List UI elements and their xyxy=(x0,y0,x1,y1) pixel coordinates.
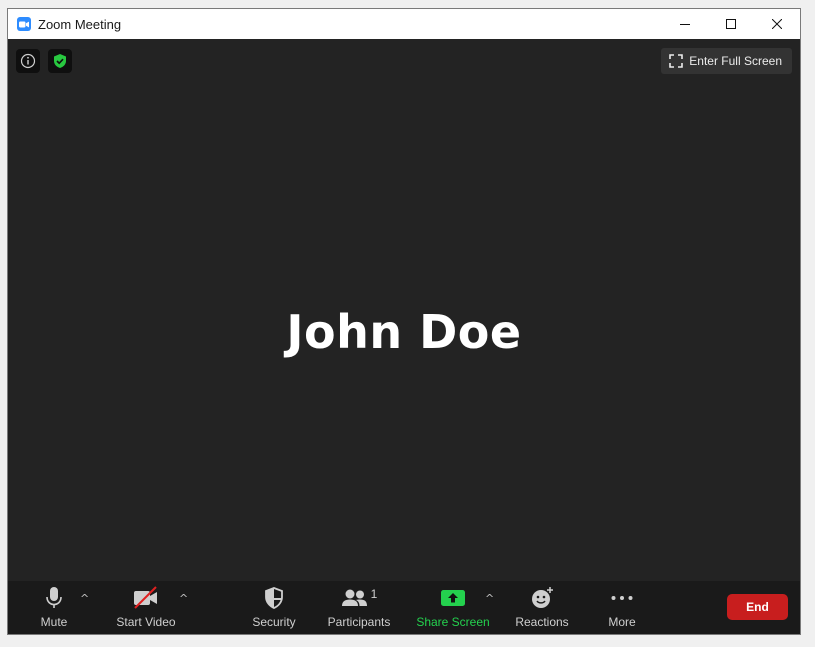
video-stage: Enter Full Screen John Doe xyxy=(8,39,800,583)
maximize-button[interactable] xyxy=(708,9,754,39)
security-button[interactable]: Security xyxy=(250,581,298,634)
video-off-icon xyxy=(132,585,160,611)
window-controls xyxy=(662,9,800,39)
mute-button[interactable]: Mute xyxy=(37,581,71,634)
audio-options-caret[interactable]: ^ xyxy=(80,592,89,605)
security-shield-icon xyxy=(264,585,284,611)
meeting-toolbar: Mute ^ Start Video ^ Security 1 Particip… xyxy=(8,581,800,634)
more-label: More xyxy=(608,615,636,629)
participants-label: Participants xyxy=(327,615,391,629)
participants-button[interactable]: 1 Participants xyxy=(326,581,392,634)
participant-name: John Doe xyxy=(286,305,522,359)
mute-label: Mute xyxy=(40,615,68,629)
zoom-meeting-window: Zoom Meeting Enter Full Screen John Doe … xyxy=(7,8,801,635)
encryption-status-button[interactable] xyxy=(48,49,72,73)
enter-full-screen-button[interactable]: Enter Full Screen xyxy=(661,48,792,74)
reactions-label: Reactions xyxy=(515,615,569,629)
share-screen-button[interactable]: Share Screen xyxy=(416,581,490,634)
participants-icon-wrap: 1 xyxy=(341,585,378,611)
meeting-info-button[interactable] xyxy=(16,49,40,73)
participants-count: 1 xyxy=(370,587,378,601)
video-options-caret[interactable]: ^ xyxy=(179,592,188,605)
end-meeting-button[interactable]: End xyxy=(727,594,788,620)
more-dots-icon xyxy=(610,585,634,611)
minimize-icon xyxy=(680,24,690,25)
close-button[interactable] xyxy=(754,9,800,39)
security-label: Security xyxy=(252,615,296,629)
maximize-icon xyxy=(726,19,736,29)
fullscreen-label: Enter Full Screen xyxy=(689,54,782,68)
start-video-button[interactable]: Start Video xyxy=(115,581,177,634)
zoom-app-icon xyxy=(17,17,31,31)
minimize-button[interactable] xyxy=(662,9,708,39)
reactions-icon xyxy=(529,585,555,611)
reactions-button[interactable]: Reactions xyxy=(514,581,570,634)
fullscreen-icon xyxy=(669,54,684,68)
window-title: Zoom Meeting xyxy=(38,16,122,32)
share-options-caret[interactable]: ^ xyxy=(485,592,494,605)
more-button[interactable]: More xyxy=(605,581,639,634)
close-icon xyxy=(772,19,782,29)
share-screen-icon xyxy=(440,585,466,611)
microphone-icon xyxy=(44,585,64,611)
title-bar: Zoom Meeting xyxy=(8,9,800,39)
participants-icon xyxy=(341,589,367,606)
start-video-label: Start Video xyxy=(116,615,176,629)
shield-check-icon xyxy=(54,54,66,68)
info-icon xyxy=(20,53,36,69)
share-screen-label: Share Screen xyxy=(416,615,490,629)
